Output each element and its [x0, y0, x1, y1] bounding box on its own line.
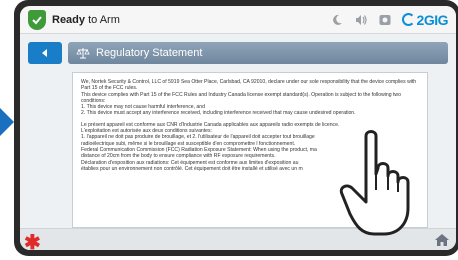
emergency-asterisk-icon[interactable]: ✱ [24, 230, 41, 250]
pointer-arrow-icon [0, 108, 14, 136]
header-row: Regulatory Statement [28, 42, 448, 64]
statement-line: We, Nortek Security & Control, LLC of 59… [81, 79, 417, 92]
scales-icon [76, 48, 90, 59]
moon-icon[interactable] [330, 13, 344, 27]
page-title: Regulatory Statement [96, 47, 203, 59]
brand-text: 2GIG [416, 11, 449, 28]
brand-ring-icon [401, 13, 415, 26]
volume-icon[interactable] [354, 13, 368, 27]
home-icon[interactable] [434, 232, 450, 248]
status-bar: Ready to Arm 2GIG [20, 6, 456, 34]
back-arrow-icon [42, 49, 47, 57]
back-button[interactable] [28, 42, 62, 64]
system-status-text: Ready to Arm [52, 13, 120, 26]
title-bar: Regulatory Statement [68, 42, 448, 64]
shield-check-icon [28, 9, 46, 30]
statement-line: This device complies with Part 15 of the… [81, 91, 401, 104]
brand-logo: 2GIG [401, 11, 449, 28]
pointing-hand-icon [339, 130, 410, 236]
camera-icon[interactable] [378, 13, 392, 27]
